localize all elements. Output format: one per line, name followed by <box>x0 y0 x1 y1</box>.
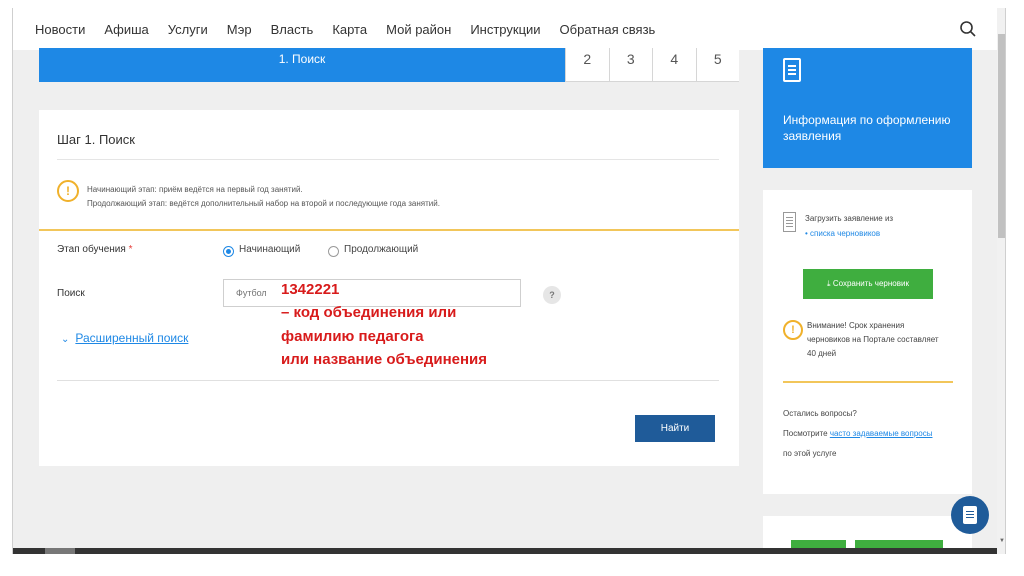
step-title: Шаг 1. Поиск <box>57 132 135 147</box>
search-form-card: Шаг 1. Поиск ! Начинающий этап: приём ве… <box>39 110 739 466</box>
annotation-line3: фамилию педагога <box>281 328 424 345</box>
draft-warning-line2: черновиков на Портале составляет <box>807 335 939 344</box>
step-2[interactable]: 2 <box>565 48 609 82</box>
nav-item-map[interactable]: Карта <box>332 22 367 37</box>
stage-label: Этап обучения * <box>57 244 132 255</box>
nav-item-feedback[interactable]: Обратная связь <box>560 22 656 37</box>
step-indicator: 1. Поиск 2 3 4 5 <box>39 48 739 82</box>
nav-item-news[interactable]: Новости <box>35 22 85 37</box>
scroll-thumb[interactable] <box>998 34 1005 238</box>
nav-item-government[interactable]: Власть <box>271 22 314 37</box>
required-mark: * <box>128 244 133 255</box>
taskbar-tab[interactable] <box>45 548 75 554</box>
about-service-text: по этой услуге <box>783 449 837 458</box>
nav-item-afisha[interactable]: Афиша <box>104 22 148 37</box>
drafts-card: Загрузить заявление из • списка черновик… <box>763 190 972 494</box>
application-info-title: Информация по оформлению заявления <box>783 113 951 143</box>
save-draft-button[interactable]: ⤓ Сохранить черновик <box>803 269 933 299</box>
save-draft-label: Сохранить черновик <box>832 279 909 288</box>
annotation-line4: или название объединения <box>281 351 488 368</box>
radio-beginner-label[interactable]: Начинающий <box>239 244 300 255</box>
nav-item-mayor[interactable]: Мэр <box>227 22 252 37</box>
scroll-down-icon[interactable]: ▼ <box>999 538 1005 544</box>
nav-item-my-district[interactable]: Мой район <box>386 22 451 37</box>
radio-continuing-label[interactable]: Продолжающий <box>344 244 418 255</box>
application-info-panel[interactable]: Информация по оформлению заявления <box>763 48 972 168</box>
top-navigation: Новости Афиша Услуги Мэр Власть Карта Мо… <box>13 8 997 50</box>
taskbar-strip <box>13 548 997 554</box>
nav-item-instructions[interactable]: Инструкции <box>470 22 540 37</box>
drafts-list-link[interactable]: • списка черновиков <box>805 229 880 238</box>
draft-document-icon <box>783 212 796 232</box>
document-icon <box>783 58 801 82</box>
warning-icon: ! <box>783 320 803 340</box>
search-label: Поиск <box>57 288 85 299</box>
chat-button[interactable] <box>951 496 989 534</box>
step-4[interactable]: 4 <box>652 48 696 82</box>
draft-warning-line3: 40 дней <box>807 349 837 358</box>
info-separator <box>39 229 739 231</box>
info-text-beginner: Начинающий этап: приём ведётся на первый… <box>87 185 303 194</box>
browser-viewport: Новости Афиша Услуги Мэр Власть Карта Мо… <box>12 8 1006 554</box>
step-3[interactable]: 3 <box>608 48 652 82</box>
search-icon[interactable] <box>959 20 977 38</box>
annotation-line2: – код объединения или <box>281 304 457 321</box>
divider <box>783 381 953 383</box>
search-input[interactable] <box>223 279 521 307</box>
faq-line: Посмотрите часто задаваемые вопросы <box>783 429 932 438</box>
faq-link[interactable]: часто задаваемые вопросы <box>830 429 933 438</box>
step-1-active: 1. Поиск <box>39 48 565 82</box>
divider <box>57 380 719 381</box>
warning-icon: ! <box>57 180 79 202</box>
questions-text: Остались вопросы? <box>783 409 857 418</box>
step-5[interactable]: 5 <box>695 48 739 82</box>
radio-beginner[interactable] <box>223 246 234 257</box>
stage-label-text: Этап обучения <box>57 244 126 255</box>
info-text-continuing: Продолжающий этап: ведётся дополнительны… <box>87 199 440 208</box>
find-button[interactable]: Найти <box>635 415 715 442</box>
vertical-scrollbar[interactable]: ▼ <box>997 8 1005 554</box>
advanced-search-label: Расширенный поиск <box>75 331 189 345</box>
drafts-list-link-label: списка черновиков <box>810 229 881 238</box>
faq-prefix: Посмотрите <box>783 429 828 438</box>
annotation-code: 1342221 <box>281 281 340 298</box>
advanced-search-toggle[interactable]: ⌄ Расширенный поиск <box>61 331 188 345</box>
nav-item-services[interactable]: Услуги <box>168 22 208 37</box>
chevron-down-icon: ⌄ <box>61 334 70 345</box>
divider <box>57 159 719 160</box>
radio-continuing[interactable] <box>328 246 339 257</box>
draft-load-text: Загрузить заявление из <box>805 214 894 223</box>
draft-warning-line1: Внимание! Срок хранения <box>807 321 905 330</box>
help-icon[interactable]: ? <box>543 286 561 304</box>
